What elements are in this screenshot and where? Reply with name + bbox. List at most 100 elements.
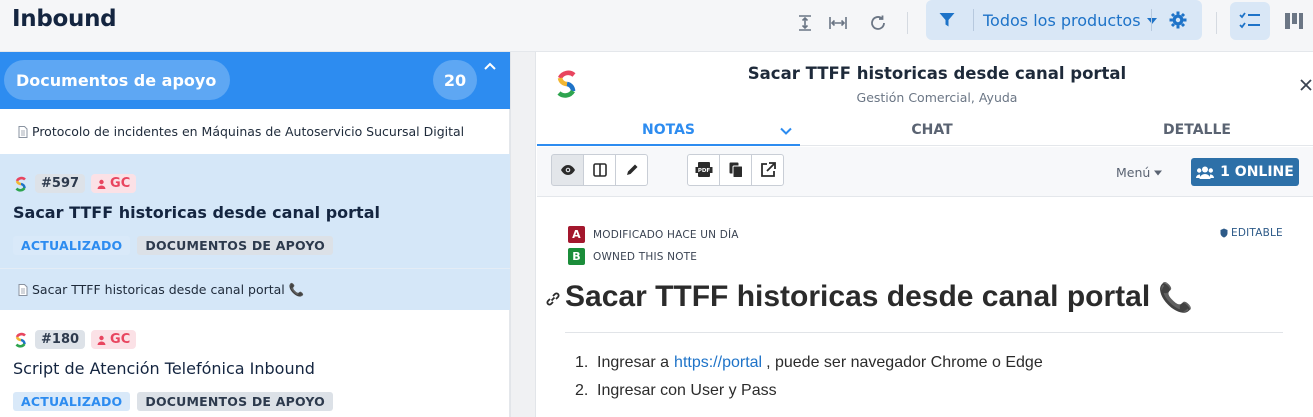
external-link-icon bbox=[760, 162, 776, 177]
list-item[interactable]: Protocolo de incidentes en Máquinas de A… bbox=[0, 109, 510, 154]
group-badge-label: GC bbox=[110, 332, 131, 347]
list-item: 2. Ingresar con User y Pass bbox=[575, 377, 1043, 405]
owner-text: OWNED THIS NOTE bbox=[593, 250, 698, 263]
modified-text: MODIFICADO HACE UN DÍA bbox=[593, 228, 739, 241]
card-meta: #597 GC bbox=[13, 174, 137, 193]
section-title: Documentos de apoyo bbox=[4, 60, 231, 100]
step-number: 2. bbox=[575, 382, 589, 399]
card-tags: ACTUALIZADO DOCUMENTOS DE APOYO bbox=[13, 236, 333, 255]
modified-info: A MODIFICADO HACE UN DÍA bbox=[568, 226, 739, 243]
note-title: Sacar TTFF historicas desde canal portal bbox=[747, 64, 1127, 83]
note-card[interactable]: #597 GC Sacar TTFF historicas desde cana… bbox=[0, 154, 510, 310]
step-text: Ingresar con User y Pass bbox=[597, 382, 777, 399]
tab-detalle[interactable]: DETALLE bbox=[1064, 122, 1313, 146]
list-item: 1. Ingresar a https://portal , puede ser… bbox=[575, 349, 1043, 377]
split-view-icon bbox=[592, 163, 607, 177]
step-number: 1. bbox=[575, 354, 589, 371]
steps-list: 1. Ingresar a https://portal , puede ser… bbox=[575, 349, 1043, 405]
note-card[interactable]: #180 GC Script de Atención Telefónica In… bbox=[0, 310, 510, 417]
status-tag: ACTUALIZADO bbox=[13, 392, 131, 411]
group-badge-label: GC bbox=[110, 176, 131, 191]
note-content: A MODIFICADO HACE UN DÍA B OWNED THIS NO… bbox=[537, 198, 1313, 417]
pdf-icon: PDF bbox=[695, 162, 712, 177]
expand-vertical-icon[interactable] bbox=[792, 10, 818, 36]
owner-info: B OWNED THIS NOTE bbox=[568, 248, 697, 265]
editor-toolbar: PDF Menú 1 ONLINE bbox=[537, 147, 1313, 197]
section-header[interactable]: Documentos de apoyo 20 bbox=[0, 52, 510, 109]
toolbar-divider bbox=[907, 12, 908, 34]
editable-indicator[interactable]: EDITABLE bbox=[1220, 227, 1283, 239]
group-badge: GC bbox=[91, 330, 137, 349]
split-mode-button[interactable] bbox=[583, 154, 616, 186]
toolbar-divider bbox=[1216, 12, 1217, 34]
link-icon[interactable] bbox=[545, 291, 561, 307]
list-item[interactable]: Sacar TTFF historicas desde canal portal… bbox=[0, 269, 510, 310]
note-subtitle: Gestión Comercial, Ayuda bbox=[856, 90, 1018, 105]
tab-notas[interactable]: NOTAS bbox=[537, 122, 800, 146]
count-badge: 20 bbox=[433, 60, 477, 100]
filter-divider bbox=[973, 9, 974, 31]
phone-icon: 📞 bbox=[1158, 281, 1194, 313]
top-bar: Inbound Todos los productos bbox=[0, 0, 1313, 52]
chevron-up-icon[interactable] bbox=[482, 58, 498, 74]
note-panel: Sacar TTFF historicas desde canal portal… bbox=[537, 52, 1313, 417]
card-tags: ACTUALIZADO DOCUMENTOS DE APOYO bbox=[13, 392, 333, 411]
card-title: Sacar TTFF historicas desde canal portal bbox=[13, 203, 380, 222]
category-tag: DOCUMENTOS DE APOYO bbox=[137, 392, 333, 411]
user-icon bbox=[97, 335, 106, 345]
doc-title: Sacar TTFF historicas desde canal portal… bbox=[32, 281, 305, 297]
expand-horizontal-icon[interactable] bbox=[825, 10, 851, 36]
status-tag: ACTUALIZADO bbox=[13, 236, 131, 255]
portal-link[interactable]: https://portal bbox=[674, 354, 762, 372]
card-title: Script de Atención Telefónica Inbound bbox=[13, 359, 315, 378]
shield-icon bbox=[1220, 228, 1228, 238]
note-id-badge: #597 bbox=[35, 174, 86, 193]
edit-mode-button[interactable] bbox=[615, 154, 648, 186]
checklist-icon bbox=[1239, 12, 1260, 29]
online-users-button[interactable]: 1 ONLINE bbox=[1191, 158, 1299, 186]
filter-icon[interactable] bbox=[936, 9, 958, 31]
refresh-icon[interactable] bbox=[865, 10, 891, 36]
document-list-panel: Documentos de apoyo 20 Protocolo de inci… bbox=[0, 52, 510, 417]
filter-divider bbox=[1151, 9, 1152, 31]
open-external-button[interactable] bbox=[751, 154, 784, 186]
file-icon bbox=[18, 125, 28, 138]
users-icon bbox=[1196, 166, 1215, 179]
copy-icon bbox=[729, 162, 743, 178]
owner-avatar[interactable]: B bbox=[568, 248, 585, 265]
product-filter-group: Todos los productos bbox=[926, 0, 1202, 40]
view-mode-button[interactable] bbox=[551, 154, 584, 186]
pdf-export-button[interactable]: PDF bbox=[687, 154, 720, 186]
note-id-badge: #180 bbox=[35, 330, 86, 349]
category-tag: DOCUMENTOS DE APOYO bbox=[137, 236, 333, 255]
step-text: , puede ser navegador Chrome o Edge bbox=[766, 354, 1043, 371]
heading-divider bbox=[565, 332, 1283, 333]
online-label: 1 ONLINE bbox=[1220, 164, 1294, 180]
checklist-view-button[interactable] bbox=[1230, 2, 1270, 40]
product-select-label: Todos los productos bbox=[983, 11, 1141, 30]
columns-icon[interactable] bbox=[1281, 8, 1307, 34]
note-heading: Sacar TTFF historicas desde canal portal… bbox=[565, 280, 1193, 314]
note-heading-text: Sacar TTFF historicas desde canal portal bbox=[565, 280, 1151, 313]
product-select[interactable]: Todos los productos bbox=[983, 11, 1157, 30]
copy-button[interactable] bbox=[719, 154, 752, 186]
author-avatar[interactable]: A bbox=[568, 226, 585, 243]
panel-resizer[interactable] bbox=[510, 52, 536, 417]
editable-label: EDITABLE bbox=[1231, 227, 1283, 239]
close-icon[interactable] bbox=[1299, 78, 1313, 92]
eye-icon bbox=[560, 165, 575, 175]
user-icon bbox=[97, 179, 106, 189]
menu-label: Menú bbox=[1116, 165, 1151, 180]
menu-dropdown[interactable]: Menú bbox=[1116, 165, 1163, 180]
brand-logo-icon bbox=[13, 332, 29, 348]
step-text: Ingresar a bbox=[597, 354, 670, 371]
app-title: Inbound bbox=[12, 6, 117, 32]
brand-logo-icon bbox=[13, 176, 29, 192]
gear-icon[interactable] bbox=[1167, 9, 1189, 31]
file-icon bbox=[18, 283, 28, 296]
tab-chat[interactable]: CHAT bbox=[800, 122, 1064, 146]
note-tabs: NOTAS CHAT DETALLE bbox=[537, 118, 1313, 146]
svg-text:PDF: PDF bbox=[697, 168, 710, 174]
chevron-down-icon[interactable] bbox=[779, 124, 793, 138]
caret-down-icon bbox=[1154, 170, 1163, 175]
